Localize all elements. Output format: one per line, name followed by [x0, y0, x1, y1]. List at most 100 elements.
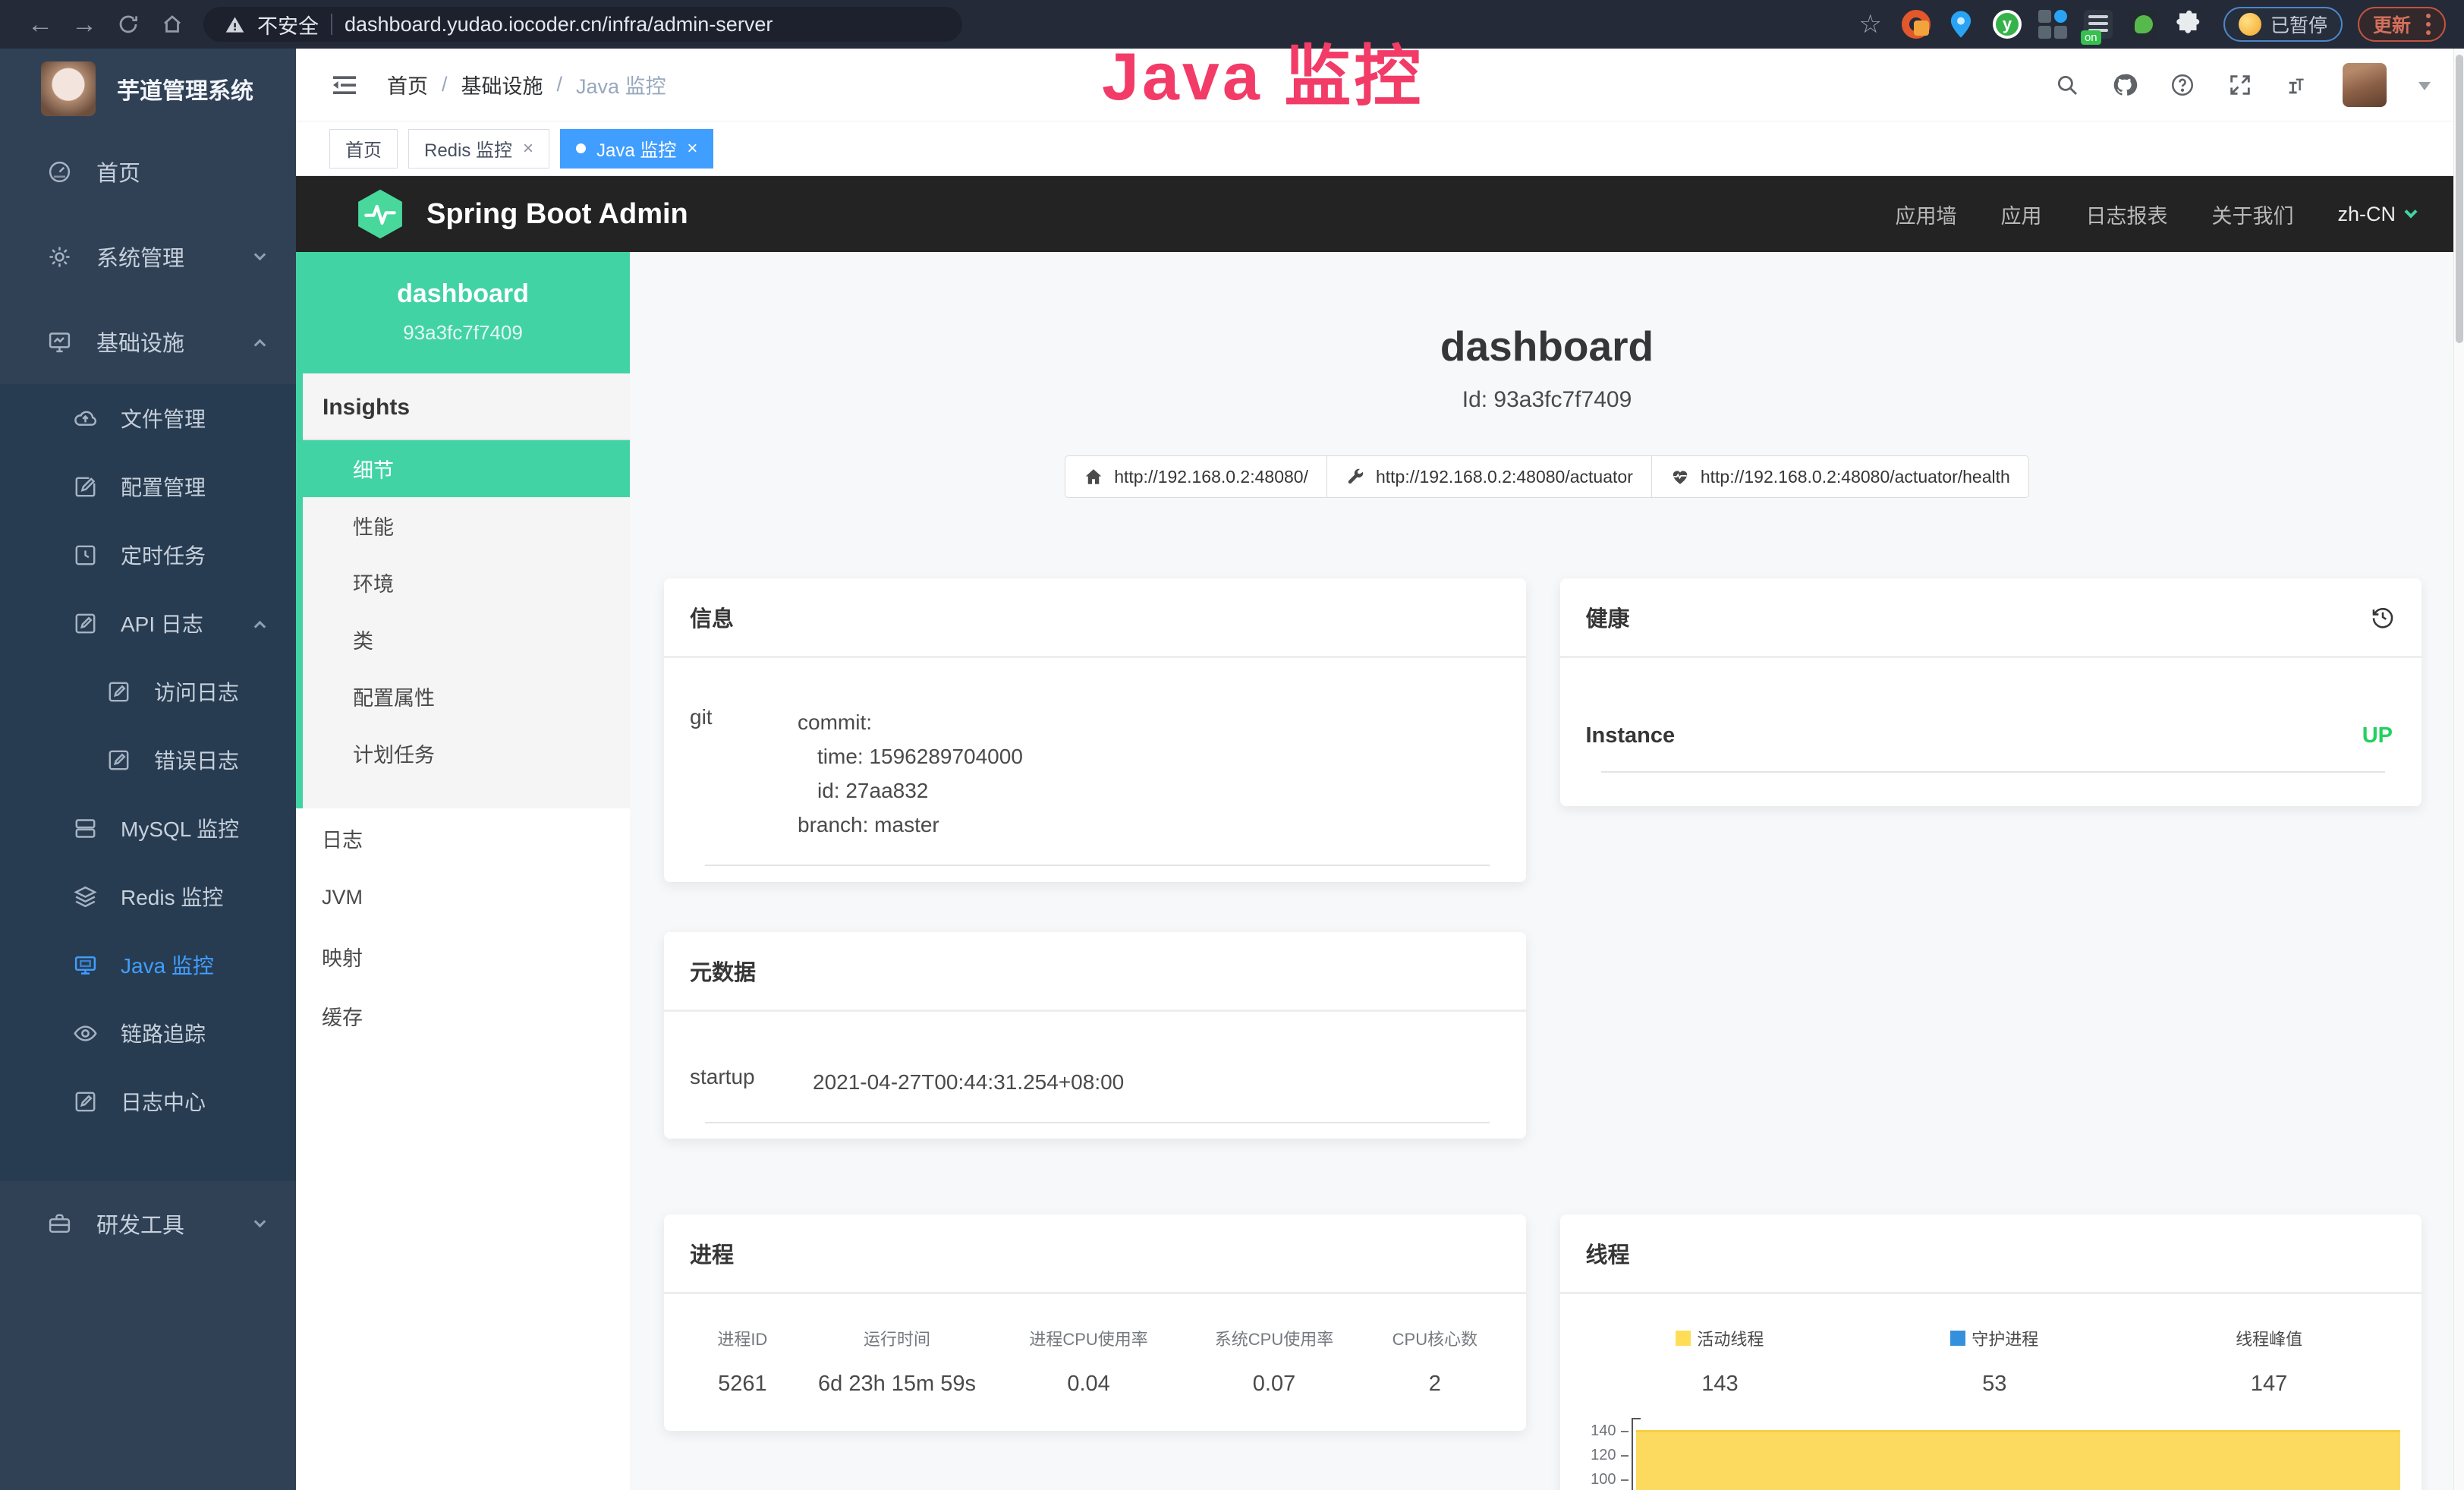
sidebar-item-java-monitor[interactable]: Java 监控 — [0, 931, 296, 999]
sidebar-item-home[interactable]: 首页 — [0, 129, 296, 214]
sidebar-item-scheduled-jobs[interactable]: 定时任务 — [0, 521, 296, 589]
daemon-threads-value: 53 — [1857, 1372, 2132, 1397]
sba-menu-mappings[interactable]: 映射 — [296, 927, 630, 986]
sba-nav-wallboard[interactable]: 应用墙 — [1895, 200, 1956, 229]
sba-menu-jvm[interactable]: JVM — [296, 868, 630, 927]
page-scrollbar[interactable] — [2453, 49, 2464, 1490]
sba-nav-about[interactable]: 关于我们 — [2211, 200, 2293, 229]
sba-menu-label: 性能 — [353, 511, 394, 540]
active-threads-area — [1636, 1430, 2401, 1490]
browser-home-icon[interactable] — [150, 13, 194, 36]
info-key: git — [690, 705, 755, 842]
sidebar-item-error-logs[interactable]: 错误日志 — [0, 726, 296, 794]
sidebar-item-mysql-monitor[interactable]: MySQL 监控 — [0, 794, 296, 862]
fullscreen-icon[interactable] — [2227, 72, 2253, 98]
breadcrumb-item[interactable]: 首页 — [387, 70, 428, 99]
sba-language-select[interactable]: zh-CN — [2337, 203, 2415, 226]
sidebar-item-config-management[interactable]: 配置管理 — [0, 452, 296, 521]
extension-icon-orange-ring[interactable] — [1902, 10, 1931, 39]
update-label: 更新 — [2373, 11, 2411, 38]
address-bar[interactable]: 不安全 dashboard.yudao.iocoder.cn/infra/adm… — [203, 7, 962, 42]
sba-nav-journal[interactable]: 日志报表 — [2085, 200, 2167, 229]
font-size-icon[interactable] — [2285, 72, 2311, 98]
endpoint-buttons: http://192.168.0.2:48080/ http://192.168… — [630, 455, 2464, 498]
process-column-header: 运行时间 — [798, 1326, 996, 1350]
health-instance-label: Instance — [1586, 723, 1676, 748]
eye-icon — [73, 1021, 98, 1046]
briefcase-icon — [47, 1211, 72, 1236]
sidebar-item-access-logs[interactable]: 访问日志 — [0, 657, 296, 726]
sba-menu-environment[interactable]: 环境 — [303, 554, 630, 611]
sidebar-item-label: 配置管理 — [121, 471, 206, 502]
legend-swatch-daemon-threads — [1950, 1331, 1965, 1346]
sidebar-item-file-management[interactable]: 文件管理 — [0, 384, 296, 452]
legend-swatch-active-threads — [1676, 1331, 1691, 1346]
system-cpu-value: 0.07 — [1182, 1372, 1367, 1397]
profile-paused-badge[interactable]: 已暂停 — [2223, 7, 2343, 42]
extension-icon-grid[interactable] — [2038, 10, 2067, 39]
sidebar-item-log-center[interactable]: 日志中心 — [0, 1067, 296, 1136]
sba-menu-scheduled-tasks[interactable]: 计划任务 — [303, 725, 630, 782]
home-icon — [1084, 467, 1103, 487]
sba-insights-group: Insights 细节 性能 环境 类 配置属性 — [296, 373, 630, 808]
app-title: 芋道管理系统 — [117, 72, 253, 106]
tab-close-icon[interactable]: × — [523, 138, 533, 159]
browser-reload-icon[interactable] — [106, 13, 150, 36]
chevron-up-icon — [254, 339, 266, 351]
sidebar-collapse-icon[interactable] — [329, 70, 360, 100]
tab-close-icon[interactable]: × — [687, 138, 697, 159]
sidebar-item-redis-monitor[interactable]: Redis 监控 — [0, 862, 296, 931]
wrench-icon — [1345, 467, 1365, 487]
endpoint-actuator-button[interactable]: http://192.168.0.2:48080/actuator — [1326, 455, 1652, 498]
insecure-warning-icon — [225, 14, 245, 35]
browser-menu-icon[interactable] — [2426, 14, 2431, 35]
sba-menu-classes[interactable]: 类 — [303, 611, 630, 668]
sba-menu-config-props[interactable]: 配置属性 — [303, 668, 630, 725]
browser-back-icon[interactable]: ← — [18, 10, 62, 39]
sidebar-item-dev-tools[interactable]: 研发工具 — [0, 1181, 296, 1266]
update-button[interactable]: 更新 — [2358, 7, 2446, 42]
extension-icon-list[interactable]: on — [2084, 10, 2113, 39]
metadata-key: startup — [690, 1065, 770, 1099]
extension-icon-puzzle[interactable] — [2175, 10, 2204, 39]
health-status-badge: UP — [2362, 723, 2393, 748]
sba-menu-caches[interactable]: 缓存 — [296, 986, 630, 1045]
app-logo[interactable]: 芋道管理系统 — [0, 49, 296, 129]
extension-icon-blue-pin[interactable] — [1947, 10, 1976, 39]
endpoint-health-button[interactable]: http://192.168.0.2:48080/actuator/health — [1651, 455, 2029, 498]
user-avatar[interactable] — [2343, 63, 2387, 107]
browser-forward-icon[interactable]: → — [62, 10, 106, 39]
scrollbar-thumb[interactable] — [2456, 55, 2463, 343]
bookmark-star-icon[interactable]: ☆ — [1858, 9, 1881, 39]
chevron-up-icon — [254, 620, 266, 632]
endpoint-service-url-button[interactable]: http://192.168.0.2:48080/ — [1065, 455, 1327, 498]
extension-icon-green-circle[interactable]: y — [1993, 10, 2022, 39]
metadata-card: 元数据 startup 2021-04-27T00:44:31.254+08:0… — [664, 932, 1526, 1139]
extension-icon-leaf[interactable] — [2129, 10, 2158, 39]
tab-java-monitor[interactable]: Java 监控 × — [560, 129, 713, 169]
tab-redis-monitor[interactable]: Redis 监控 × — [408, 129, 549, 169]
user-menu-caret-icon[interactable] — [2418, 82, 2431, 96]
process-column-header: CPU核心数 — [1367, 1326, 1503, 1350]
sba-menu-logs[interactable]: 日志 — [296, 808, 630, 868]
sba-nav-applications[interactable]: 应用 — [2000, 200, 2041, 229]
search-icon[interactable] — [2054, 72, 2080, 98]
sba-instance-header[interactable]: dashboard 93a3fc7f7409 — [296, 252, 630, 373]
sidebar-item-system[interactable]: 系统管理 — [0, 214, 296, 299]
sidebar-item-api-logs[interactable]: API 日志 — [0, 589, 296, 657]
sidebar-item-label: 系统管理 — [96, 241, 184, 272]
process-pid-value: 5261 — [687, 1372, 798, 1397]
tab-home[interactable]: 首页 — [329, 129, 398, 169]
breadcrumb-item[interactable]: 基础设施 — [461, 70, 543, 99]
sidebar-item-label: 定时任务 — [121, 540, 206, 570]
help-icon[interactable] — [2170, 72, 2195, 98]
sba-menu-metrics[interactable]: 性能 — [303, 497, 630, 554]
endpoint-url: http://192.168.0.2:48080/actuator/health — [1701, 467, 2010, 487]
extension-on-badge: on — [2081, 30, 2101, 45]
history-icon[interactable] — [2370, 604, 2396, 630]
sidebar-item-infrastructure[interactable]: 基础设施 — [0, 299, 296, 384]
github-icon[interactable] — [2112, 72, 2138, 98]
sidebar-item-tracing[interactable]: 链路追踪 — [0, 999, 296, 1067]
process-cpu-value: 0.04 — [996, 1372, 1181, 1397]
sba-menu-details[interactable]: 细节 — [303, 440, 630, 497]
